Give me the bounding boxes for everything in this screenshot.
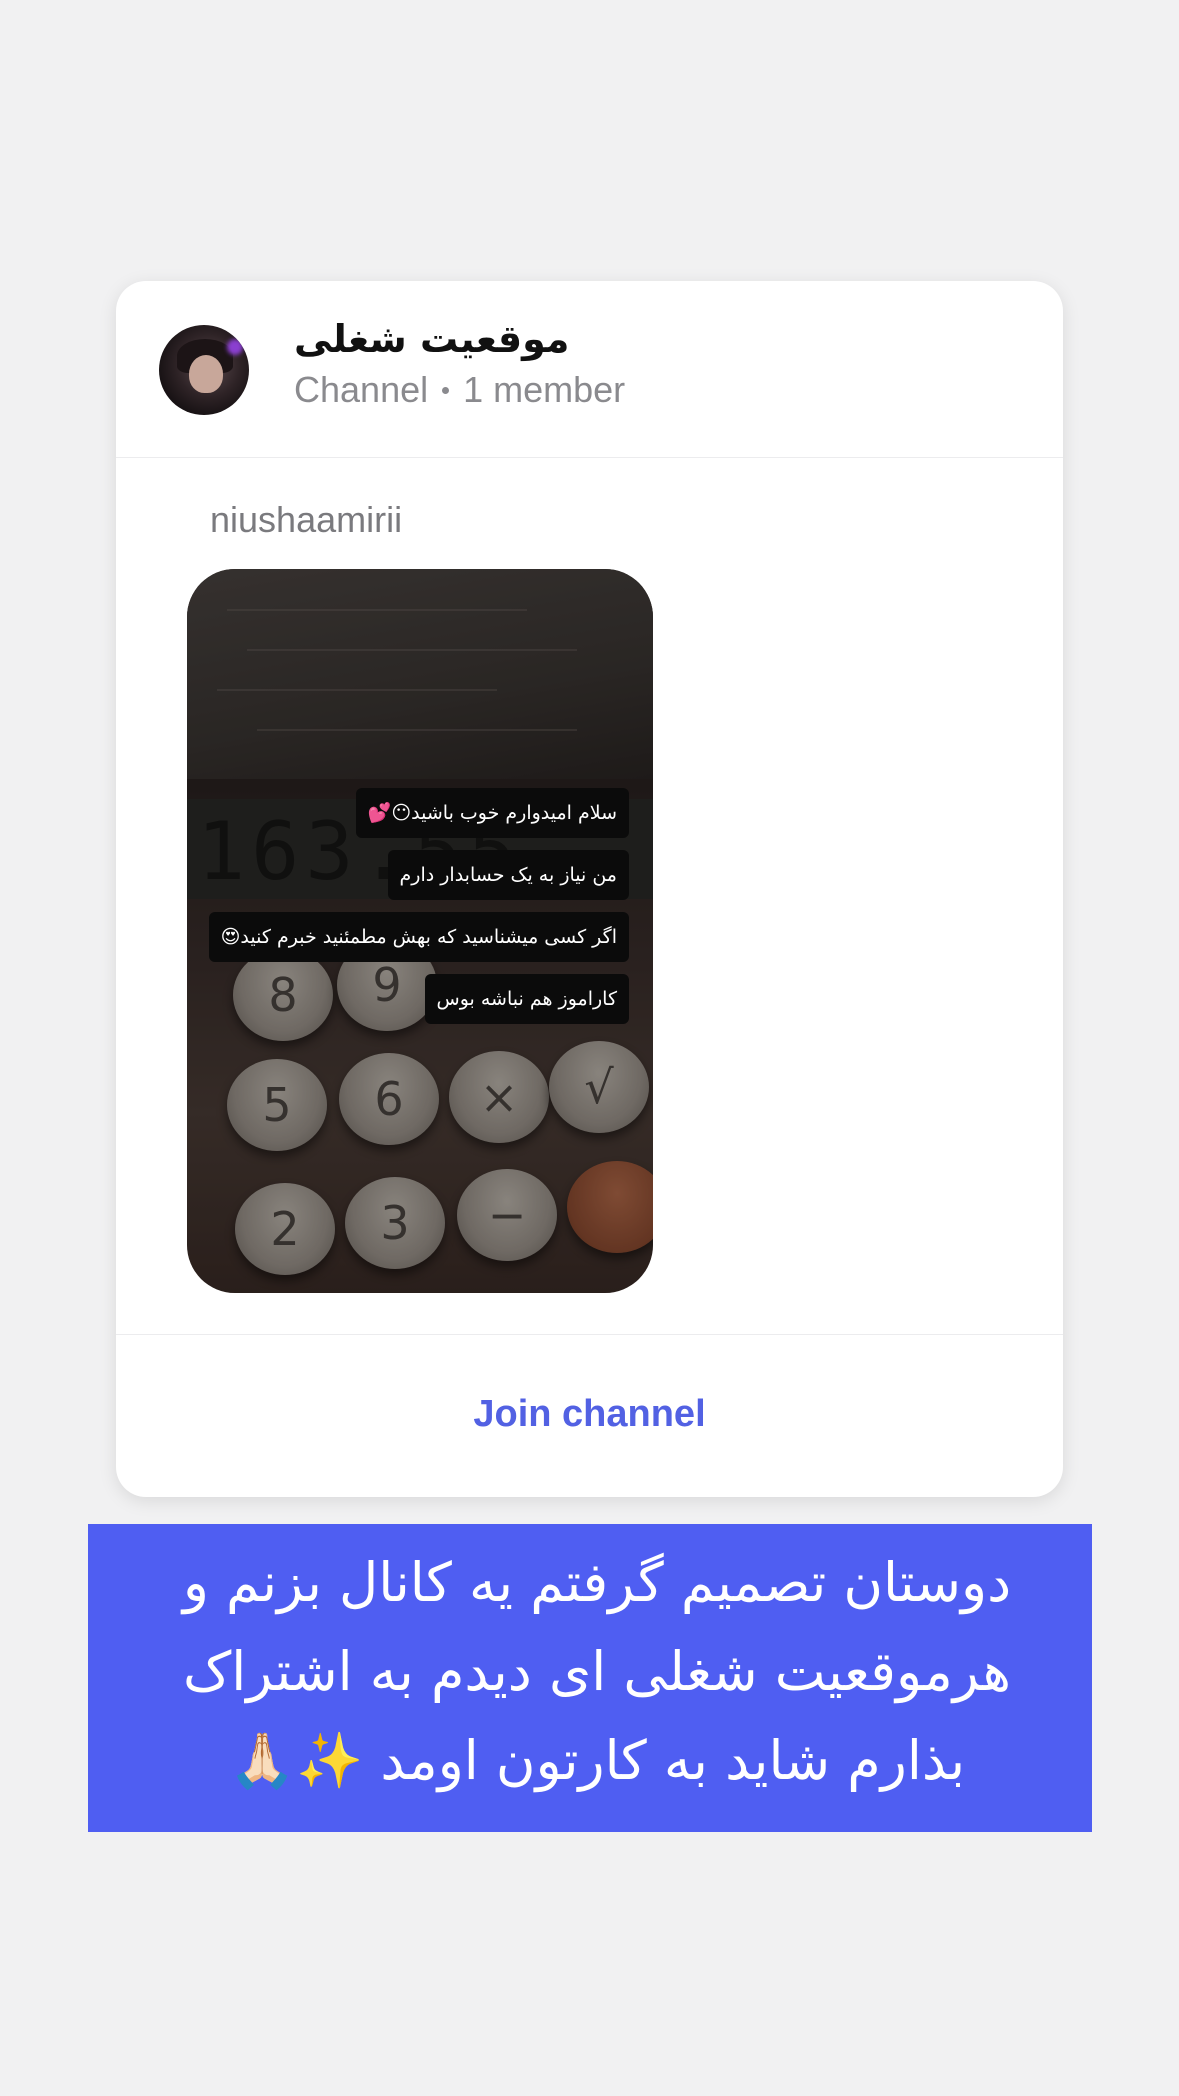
story-caption-line: من نیاز به یک حسابدار دارم	[387, 850, 629, 900]
channel-type-label: Channel	[294, 369, 429, 410]
story-caption-line: اگر کسی میشناسید که بهش مطمئنید خبرم کنی…	[208, 912, 629, 962]
header-divider	[116, 457, 1063, 458]
footer-divider	[116, 1334, 1063, 1335]
story-caption-line: سلام امیدوارم خوب باشید😶💕	[355, 788, 629, 838]
avatar-face	[189, 355, 223, 393]
story-thumbnail[interactable]: 163.55 8 9 5 6 × √ 2 3 − سلام امیدوارم خ…	[187, 569, 653, 1293]
avatar-glow	[227, 339, 243, 355]
story-username[interactable]: niushaamirii	[210, 499, 402, 541]
channel-avatar[interactable]	[159, 325, 249, 415]
story-caption-line: کاراموز هم نباشه بوس	[424, 974, 629, 1024]
member-count: 1 member	[463, 369, 626, 410]
channel-card[interactable]: موقعیت شغلی Channel 1 member niushaamiri…	[116, 281, 1063, 1497]
channel-title: موقعیت شغلی	[294, 317, 570, 361]
separator-dot	[442, 386, 450, 394]
banner-text: دوستان تصمیم گرفتم یه کانال بزنم و هرموق…	[182, 1551, 1012, 1792]
join-channel-button[interactable]: Join channel	[116, 1393, 1063, 1436]
caption-banner: دوستان تصمیم گرفتم یه کانال بزنم و هرموق…	[88, 1524, 1092, 1832]
channel-subtitle: Channel 1 member	[294, 369, 625, 411]
